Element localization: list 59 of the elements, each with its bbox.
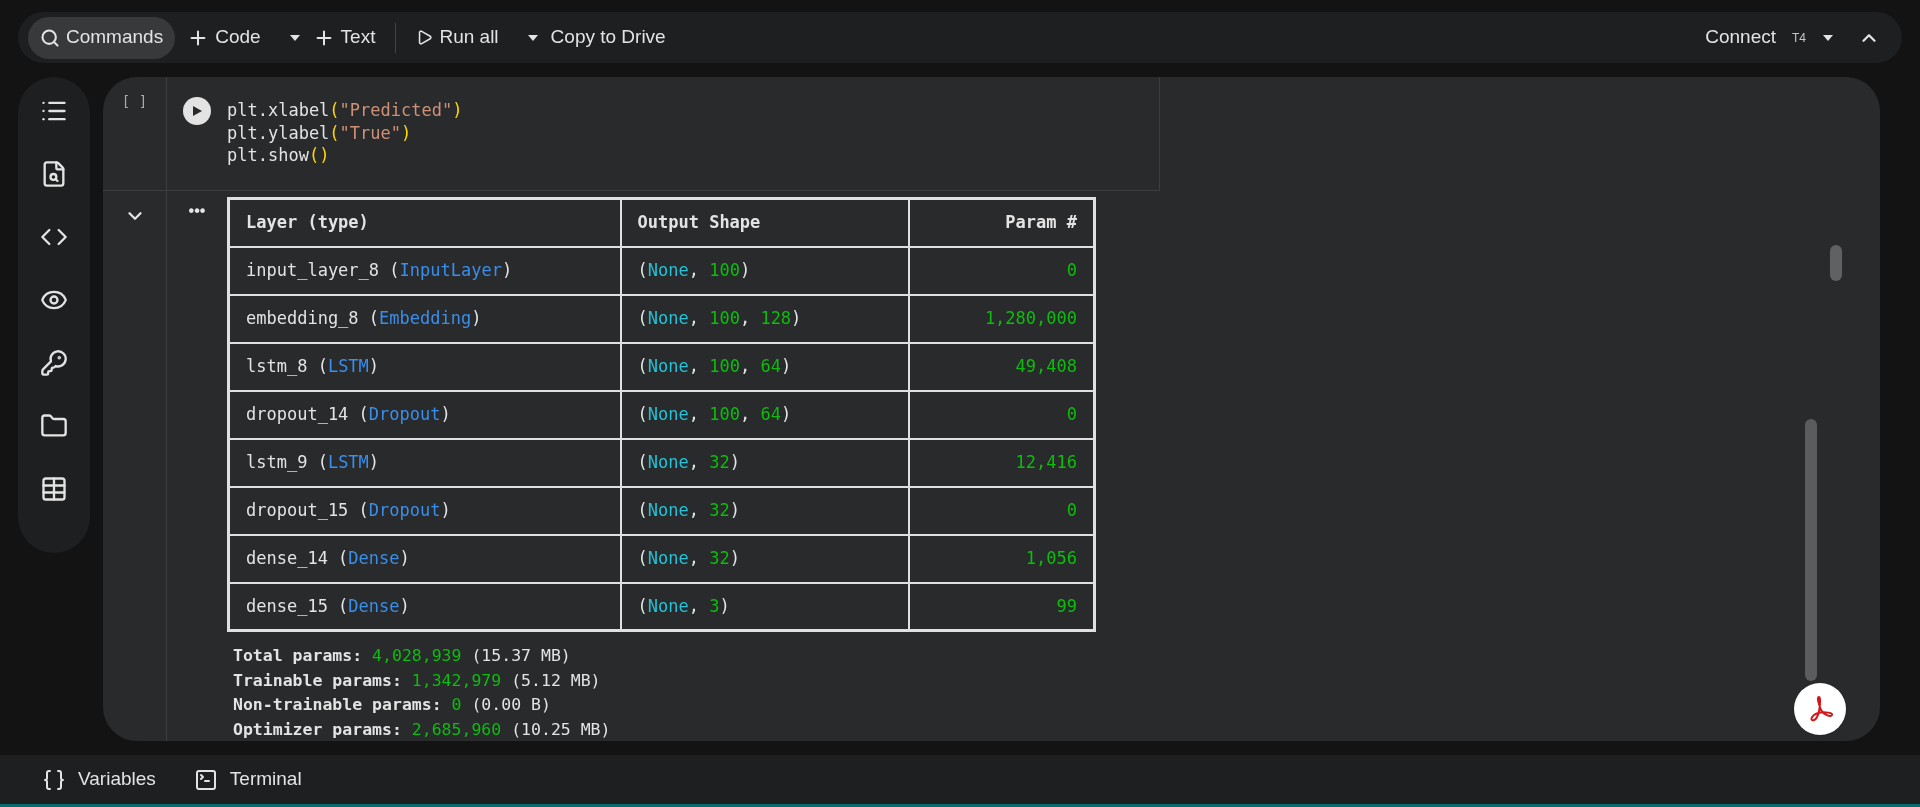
- table-cell: 1,280,000: [984, 307, 1077, 328]
- execution-count: [ ]: [121, 92, 148, 111]
- pdf-button[interactable]: [1794, 683, 1846, 735]
- table-cell: 0: [1066, 499, 1077, 520]
- toolbar-button[interactable]: Copy to Drive: [538, 16, 678, 59]
- runtime-label: T4: [1792, 29, 1806, 47]
- column-header: Layer (type): [228, 198, 621, 247]
- summary-line: Total params: 4,028,939 (15.37 MB): [233, 646, 571, 665]
- table-cell: dropout_15 (Dropout): [246, 499, 451, 520]
- table-cell: lstm_9 (LSTM): [246, 451, 380, 472]
- summary-line: Non-trainable params: 0 (0.00 B): [233, 695, 551, 714]
- table-cell: dropout_14 (Dropout): [246, 403, 451, 424]
- toolbar-button[interactable]: Commands: [28, 16, 176, 59]
- table-cell: (None, 100, 64): [637, 355, 792, 376]
- caret-icon[interactable]: [526, 33, 539, 42]
- play-icon: [191, 105, 203, 117]
- table-cell: 99: [1056, 595, 1077, 616]
- summary-line: Trainable params: 1,342,979 (5.12 MB): [233, 670, 601, 690]
- table-cell: (None, 32): [637, 499, 740, 520]
- table-cell: 12,416: [1015, 451, 1077, 472]
- table-cell: dense_14 (Dense): [246, 547, 410, 568]
- table-cell: 0: [1066, 259, 1077, 280]
- key-icon[interactable]: [40, 349, 68, 377]
- table-cell: input_layer_8 (InputLayer): [246, 259, 513, 280]
- folder-icon[interactable]: [40, 412, 68, 440]
- play-icon: [416, 29, 434, 46]
- braces-icon: [42, 767, 66, 792]
- table-cell: (None, 100): [637, 259, 751, 280]
- summary-line: Optimizer params: 2,685,960 (10.25 MB): [233, 719, 611, 739]
- bottom-tab[interactable]: Terminal: [193, 765, 302, 794]
- caret-icon[interactable]: [1822, 33, 1834, 42]
- table-cell: dense_15 (Dense): [246, 595, 410, 616]
- table-icon[interactable]: [40, 475, 68, 503]
- scrollbar-thumb[interactable]: [1830, 245, 1842, 281]
- table-cell: 0: [1066, 403, 1077, 424]
- scrollbar-thumb[interactable]: [1805, 419, 1817, 681]
- table-cell: (None, 100, 128): [637, 307, 802, 328]
- search-icon: [40, 27, 60, 48]
- bottom-tab[interactable]: Variables: [42, 765, 156, 794]
- table-cell: 49,408: [1015, 355, 1077, 376]
- connect-button[interactable]: Connect: [1697, 16, 1784, 59]
- table-cell: lstm_8 (LSTM): [246, 355, 380, 376]
- toolbar-button[interactable]: Code: [175, 16, 273, 59]
- run-cell-button[interactable]: [183, 97, 211, 125]
- table-cell: (None, 32): [637, 547, 740, 568]
- code-line: plt.ylabel("True"): [227, 122, 412, 143]
- code-line: plt.show(): [227, 145, 330, 165]
- toolbar-button[interactable]: Run all: [404, 16, 511, 59]
- table-cell: 1,056: [1025, 547, 1077, 568]
- table-cell: (None, 100, 64): [637, 403, 792, 424]
- toolbar-button[interactable]: Text: [300, 16, 388, 59]
- caret-icon[interactable]: [288, 33, 301, 42]
- terminal-icon: [193, 767, 218, 792]
- table-cell: embedding_8 (Embedding): [246, 307, 482, 328]
- column-header: Output Shape: [620, 198, 909, 247]
- output-menu[interactable]: •••: [188, 199, 206, 219]
- table-cell: (None, 3): [637, 595, 730, 616]
- table-cell: (None, 32): [637, 451, 740, 472]
- code-line: plt.xlabel("Predicted"): [227, 100, 463, 120]
